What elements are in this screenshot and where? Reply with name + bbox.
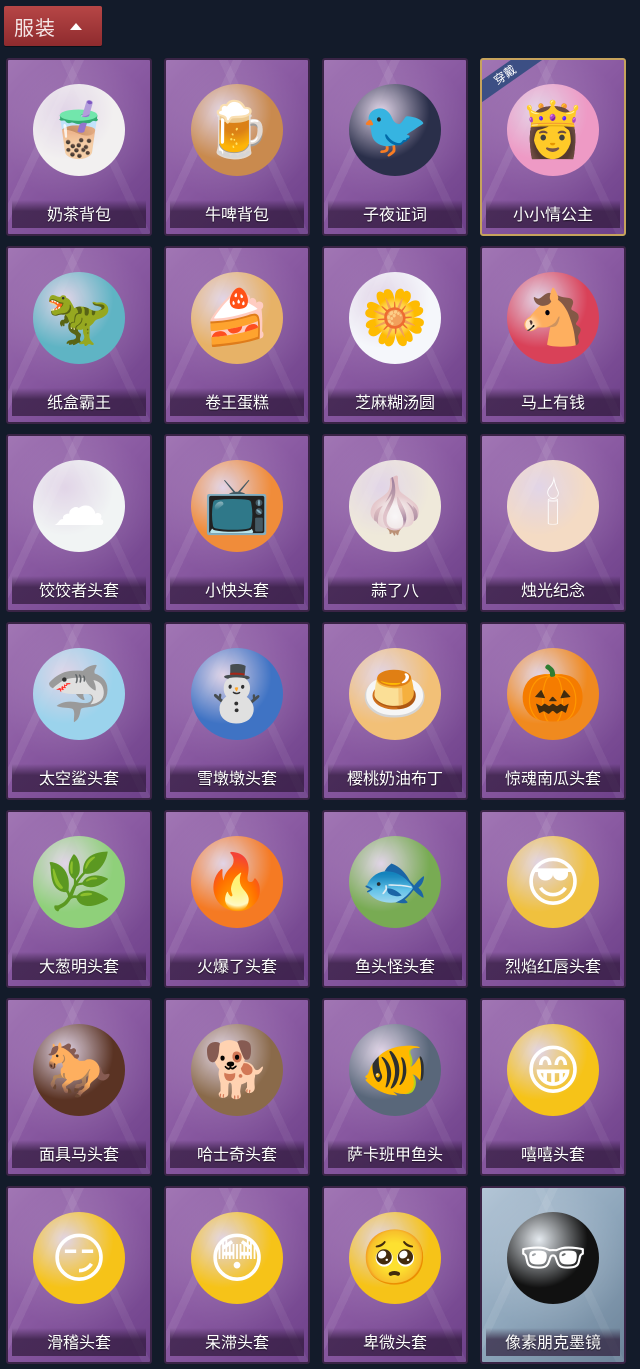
item-card[interactable]: ⛄ 雪墩墩头套 (164, 622, 310, 800)
pudding-icon: 🍮 (349, 648, 441, 740)
item-card[interactable]: 🐎 面具马头套 (6, 998, 152, 1176)
item-label: 小快头套 (170, 576, 304, 604)
item-label: 火爆了头套 (170, 952, 304, 980)
item-card[interactable]: 😎 烈焰红唇头套 (480, 810, 626, 988)
item-card[interactable]: 🐦 子夜证词 (322, 58, 468, 236)
red-horse-icon: 🐴 (507, 272, 599, 364)
pikachu-mask-icon: 😎 (507, 836, 599, 928)
green-onion-icon: 🌿 (33, 836, 125, 928)
item-card[interactable]: 🔥 火爆了头套 (164, 810, 310, 988)
item-label: 嘻嘻头套 (486, 1140, 620, 1168)
cow-beer-backpack-icon: 🍺 (191, 84, 283, 176)
item-card[interactable]: ☁ 饺饺者头套 (6, 434, 152, 612)
garlic-icon: 🧄 (349, 460, 441, 552)
item-label: 滑稽头套 (12, 1328, 146, 1356)
item-label: 太空鲨头套 (12, 764, 146, 792)
item-card[interactable]: 😳 呆滞头套 (164, 1186, 310, 1364)
chevron-up-icon (70, 22, 82, 30)
item-card[interactable]: 🐠 萨卡班甲鱼头 (322, 998, 468, 1176)
item-card[interactable]: 📺 小快头套 (164, 434, 310, 612)
humble-emoji-icon: 🥺 (349, 1212, 441, 1304)
item-label: 卑微头套 (328, 1328, 462, 1356)
item-card[interactable]: 👸 穿戴 小小情公主 (480, 58, 626, 236)
crow-doctor-icon: 🐦 (349, 84, 441, 176)
item-label: 奶茶背包 (12, 200, 146, 228)
item-label: 芝麻糊汤圆 (328, 388, 462, 416)
funny-emoji-icon: 😏 (33, 1212, 125, 1304)
milk-tea-backpack-icon: 🧋 (33, 84, 125, 176)
item-label: 樱桃奶油布丁 (328, 764, 462, 792)
item-card[interactable]: 🍰 卷王蛋糕 (164, 246, 310, 424)
cloud-dumpling-icon: ☁ (33, 460, 125, 552)
item-card[interactable]: 🧋 奶茶背包 (6, 58, 152, 236)
tv-head-icon: 📺 (191, 460, 283, 552)
item-card[interactable]: 🦖 纸盒霸王 (6, 246, 152, 424)
item-label: 烛光纪念 (486, 576, 620, 604)
item-card[interactable]: 🍺 牛啤背包 (164, 58, 310, 236)
item-card[interactable]: 🕶 像素朋克墨镜 (480, 1186, 626, 1364)
item-label: 鱼头怪头套 (328, 952, 462, 980)
pumpkin-icon: 🎃 (507, 648, 599, 740)
item-card[interactable]: 😁 嘻嘻头套 (480, 998, 626, 1176)
item-label: 子夜证词 (328, 200, 462, 228)
item-card[interactable]: 🦈 太空鲨头套 (6, 622, 152, 800)
husky-icon: 🐕 (191, 1024, 283, 1116)
category-title: 服装 (14, 15, 56, 40)
princess-icon: 👸 (507, 84, 599, 176)
item-label: 雪墩墩头套 (170, 764, 304, 792)
item-card[interactable]: 🕯 烛光纪念 (480, 434, 626, 612)
item-card[interactable]: 🐕 哈士奇头套 (164, 998, 310, 1176)
item-label: 大葱明头套 (12, 952, 146, 980)
item-card[interactable]: 🥺 卑微头套 (322, 1186, 468, 1364)
fire-icon: 🔥 (191, 836, 283, 928)
dumpling-ball-icon: 🌼 (349, 272, 441, 364)
item-card[interactable]: 🐟 鱼头怪头套 (322, 810, 468, 988)
item-label: 哈士奇头套 (170, 1140, 304, 1168)
item-card[interactable]: 🎃 惊魂南瓜头套 (480, 622, 626, 800)
item-label: 纸盒霸王 (12, 388, 146, 416)
item-label: 卷王蛋糕 (170, 388, 304, 416)
snowman-icon: ⛄ (191, 648, 283, 740)
item-label: 面具马头套 (12, 1140, 146, 1168)
item-label: 呆滞头套 (170, 1328, 304, 1356)
item-card[interactable]: 🐴 马上有钱 (480, 246, 626, 424)
item-label: 牛啤背包 (170, 200, 304, 228)
item-label: 饺饺者头套 (12, 576, 146, 604)
item-grid: 🧋 奶茶背包 🍺 牛啤背包 🐦 子夜证词 👸 穿戴 小小情公主 🦖 纸盒霸王 🍰 卷王蛋糕 🌼 芝麻糊汤圆 🐴… (6, 58, 630, 1364)
roll-cake-icon: 🍰 (191, 272, 283, 364)
item-label: 烈焰红唇头套 (486, 952, 620, 980)
category-header[interactable]: 服装 (4, 6, 102, 46)
blank-emoji-icon: 😳 (191, 1212, 283, 1304)
item-card[interactable]: 🌼 芝麻糊汤圆 (322, 246, 468, 424)
item-label: 马上有钱 (486, 388, 620, 416)
pixel-sunglasses-icon: 🕶 (507, 1212, 599, 1304)
item-label: 萨卡班甲鱼头 (328, 1140, 462, 1168)
item-label: 像素朋克墨镜 (486, 1328, 620, 1356)
grin-emoji-icon: 😁 (507, 1024, 599, 1116)
item-card[interactable]: 🌿 大葱明头套 (6, 810, 152, 988)
item-label: 小小情公主 (486, 200, 620, 228)
item-card[interactable]: 🧄 蒜了八 (322, 434, 468, 612)
item-card[interactable]: 🍮 樱桃奶油布丁 (322, 622, 468, 800)
horse-mask-icon: 🐎 (33, 1024, 125, 1116)
item-label: 惊魂南瓜头套 (486, 764, 620, 792)
shark-icon: 🦈 (33, 648, 125, 740)
fish-mask-icon: 🐟 (349, 836, 441, 928)
candle-icon: 🕯 (507, 460, 599, 552)
box-dinosaur-icon: 🦖 (33, 272, 125, 364)
armored-fish-icon: 🐠 (349, 1024, 441, 1116)
item-label: 蒜了八 (328, 576, 462, 604)
item-card[interactable]: 😏 滑稽头套 (6, 1186, 152, 1364)
